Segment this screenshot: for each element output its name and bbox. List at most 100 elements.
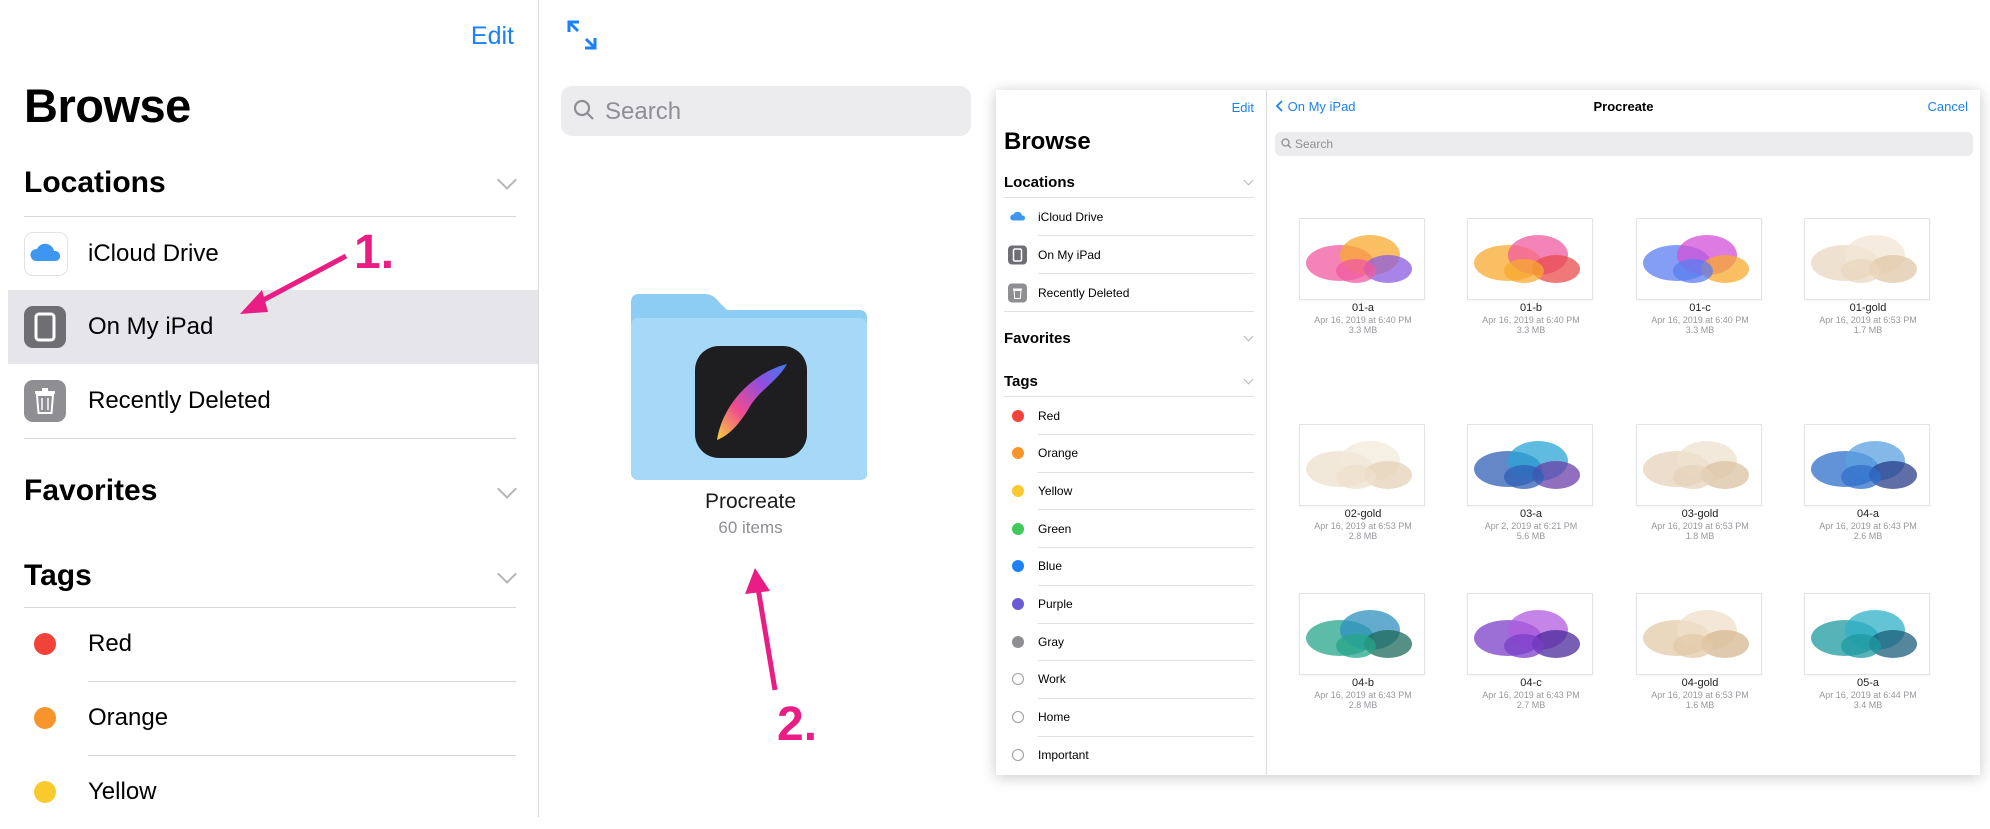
artwork-image (1306, 441, 1412, 489)
locations-header[interactable]: Locations (1004, 174, 1075, 191)
file-name: 03-gold (1681, 508, 1719, 520)
annotation-arrows (240, 253, 778, 691)
file-item[interactable]: 03-a Apr 2, 2019 at 6:21 PM 5.6 MB (1447, 414, 1615, 554)
artwork-thumbnail (1467, 593, 1593, 675)
file-name: 02-gold (1344, 508, 1382, 520)
tag-item-green[interactable]: Green (996, 510, 1266, 547)
chevron-down-icon[interactable] (1243, 331, 1254, 342)
artwork-image (1643, 441, 1749, 489)
artwork-thumbnail (1636, 218, 1762, 300)
tag-label: Red (1038, 408, 1061, 423)
artwork-thumbnail (1299, 593, 1425, 675)
tag-item-purple[interactable]: Purple (996, 586, 1266, 623)
sidebar-item-on-my-ipad[interactable]: On My iPad (996, 236, 1266, 273)
artwork-image (1306, 235, 1412, 283)
tag-item-work[interactable]: Work (996, 661, 1266, 698)
file-date: Apr 2, 2019 at 6:21 PM (1484, 521, 1578, 531)
artwork-image (1643, 235, 1749, 283)
file-date: Apr 16, 2019 at 6:40 PM (1482, 315, 1580, 325)
file-item[interactable]: 04-b Apr 16, 2019 at 6:43 PM 2.8 MB (1279, 593, 1447, 733)
favorites-header[interactable]: Favorites (1004, 330, 1071, 347)
file-size: 2.6 MB (1853, 531, 1883, 541)
sidebar-item-recently-deleted[interactable]: Recently Deleted (996, 274, 1266, 311)
artwork-thumbnail (1299, 218, 1425, 300)
file-browser-main: On My iPad Procreate Cancel Search 01-a A… (1267, 90, 1980, 775)
file-date: Apr 16, 2019 at 6:40 PM (1651, 315, 1749, 325)
tag-item-red[interactable]: Red (996, 397, 1266, 434)
artwork-thumbnail (1467, 218, 1593, 300)
tag-item-orange[interactable]: Orange (996, 435, 1266, 472)
file-size: 1.8 MB (1685, 531, 1715, 541)
trash-icon (1008, 283, 1027, 302)
file-name: 01-c (1689, 302, 1711, 314)
tag-item-important[interactable]: Important (996, 736, 1266, 773)
annotation-step-2: 2. (777, 698, 818, 751)
file-date: Apr 16, 2019 at 6:53 PM (1651, 521, 1749, 531)
file-item[interactable]: 03-gold Apr 16, 2019 at 6:53 PM 1.8 MB (1616, 414, 1784, 554)
browse-sidebar: Edit Browse Locations iCloud Drive On My… (996, 90, 1267, 775)
file-name: 04-gold (1681, 677, 1719, 689)
file-item[interactable]: 01-c Apr 16, 2019 at 6:40 PM 3.3 MB (1616, 218, 1784, 358)
tag-item-gray[interactable]: Gray (996, 623, 1266, 660)
tag-item-yellow[interactable]: Yellow (996, 472, 1266, 509)
tag-label: Orange (1038, 446, 1079, 461)
left-zoomed-screenshot: Edit Browse Locations iCloud Drive On My… (0, 0, 971, 817)
file-item[interactable]: 02-gold Apr 16, 2019 at 6:53 PM 2.8 MB (1279, 414, 1447, 554)
yellow-tag-dot-icon (1012, 484, 1024, 497)
tag-label: Blue (1038, 559, 1063, 574)
chevron-down-icon[interactable] (1243, 175, 1254, 186)
artwork-image (1474, 610, 1580, 658)
artwork-image (1306, 610, 1412, 658)
file-size: 3.4 MB (1853, 700, 1883, 710)
search-icon (1281, 138, 1292, 149)
arrow-2-line (755, 587, 778, 691)
file-size: 2.8 MB (1348, 531, 1378, 541)
icloud-icon (1008, 207, 1027, 226)
file-name: 04-a (1856, 508, 1880, 520)
file-item[interactable]: 01-b Apr 16, 2019 at 6:40 PM 3.3 MB (1447, 218, 1615, 358)
orange-tag-dot-icon (1012, 447, 1024, 460)
file-date: Apr 16, 2019 at 6:53 PM (1314, 521, 1412, 531)
file-item[interactable]: 04-a Apr 16, 2019 at 6:43 PM 2.6 MB (1784, 414, 1952, 554)
edit-button[interactable]: Edit (1232, 100, 1254, 115)
file-size: 1.6 MB (1685, 700, 1715, 710)
file-date: Apr 16, 2019 at 6:44 PM (1819, 690, 1917, 700)
cancel-button[interactable]: Cancel (1928, 99, 1968, 114)
arrow-2-head (745, 568, 770, 594)
search-input[interactable]: Search (1275, 132, 1973, 156)
tag-item-home[interactable]: Home (996, 699, 1266, 736)
sidebar-item-label: On My iPad (1038, 247, 1101, 262)
file-date: Apr 16, 2019 at 6:40 PM (1314, 315, 1412, 325)
file-item[interactable]: 01-gold Apr 16, 2019 at 6:53 PM 1.7 MB (1784, 218, 1952, 358)
tag-label: Home (1038, 710, 1071, 725)
file-size: 2.8 MB (1348, 700, 1378, 710)
file-date: Apr 16, 2019 at 6:43 PM (1314, 690, 1412, 700)
tag-label: Gray (1038, 634, 1065, 649)
tag-label: Green (1038, 521, 1072, 536)
file-name: 04-b (1351, 677, 1375, 689)
browse-title: Browse (1004, 128, 1091, 155)
file-item[interactable]: 04-c Apr 16, 2019 at 6:43 PM 2.7 MB (1447, 593, 1615, 733)
artwork-image (1811, 235, 1917, 283)
sidebar-item-icloud-drive[interactable]: iCloud Drive (996, 198, 1266, 235)
file-size: 2.7 MB (1516, 700, 1546, 710)
tags-header[interactable]: Tags (1004, 373, 1038, 390)
file-item[interactable]: 05-a Apr 16, 2019 at 6:44 PM 3.4 MB (1784, 593, 1952, 733)
purple-tag-dot-icon (1012, 598, 1024, 610)
right-full-screenshot: Edit Browse Locations iCloud Drive On My… (996, 90, 1980, 775)
empty-tag-circle-icon (1012, 711, 1024, 724)
file-item[interactable]: 01-a Apr 16, 2019 at 6:40 PM 3.3 MB (1279, 218, 1447, 358)
chevron-down-icon[interactable] (1243, 374, 1254, 385)
file-size: 3.3 MB (1685, 325, 1715, 335)
artwork-image (1643, 610, 1749, 658)
artwork-thumbnail (1804, 218, 1930, 300)
page-title: Procreate (1593, 99, 1654, 114)
file-size: 1.7 MB (1853, 325, 1883, 335)
tag-item-blue[interactable]: Blue (996, 548, 1266, 585)
artwork-image (1811, 610, 1917, 658)
empty-tag-circle-icon (1012, 748, 1024, 761)
artwork-image (1474, 235, 1580, 283)
file-item[interactable]: 04-gold Apr 16, 2019 at 6:53 PM 1.6 MB (1616, 593, 1784, 733)
file-name: 01-b (1519, 302, 1543, 314)
tag-label: Yellow (1038, 483, 1073, 498)
